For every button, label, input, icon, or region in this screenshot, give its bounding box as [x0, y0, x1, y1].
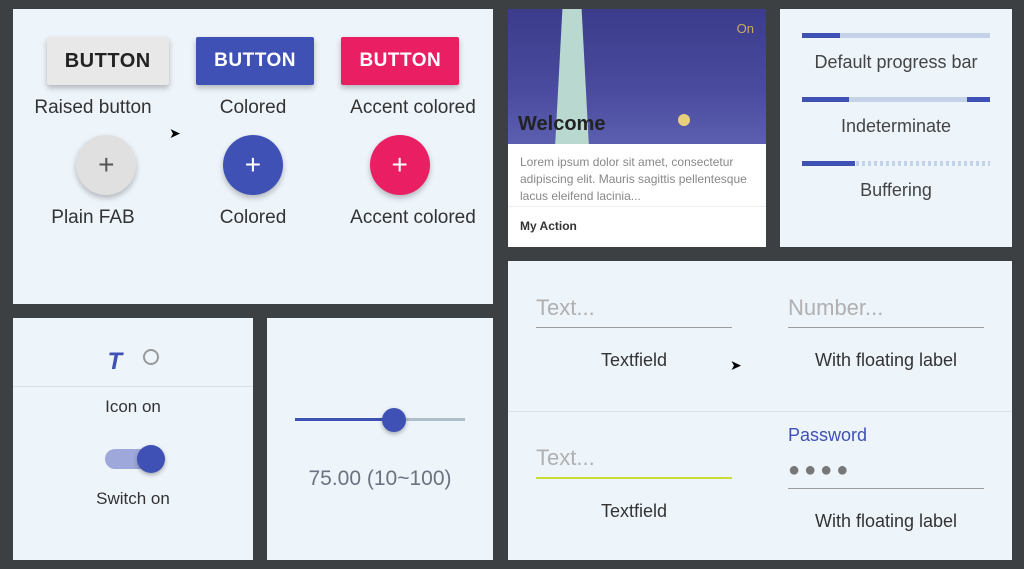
- slider-panel: 75.00 (10~100): [267, 318, 493, 560]
- fab-plain[interactable]: +: [76, 135, 136, 195]
- buffering-progress-label: Buffering: [802, 180, 990, 201]
- cursor-ring-icon: [143, 349, 159, 365]
- card-action-button[interactable]: My Action: [520, 219, 577, 233]
- format-italic-icon[interactable]: T: [107, 348, 122, 375]
- raised-button-caption: Raised button: [14, 97, 172, 119]
- text-input-1[interactable]: Text...: [536, 295, 732, 328]
- icon-toggle-caption: Icon on: [13, 397, 253, 417]
- progress-panel: Default progress bar Indeterminate Buffe…: [780, 9, 1012, 247]
- plus-icon: +: [245, 149, 261, 181]
- card-panel: On Welcome Lorem ipsum dolor sit amet, c…: [508, 9, 766, 247]
- card-title: Welcome: [518, 113, 605, 136]
- number-input[interactable]: Number...: [788, 295, 984, 328]
- slider[interactable]: [295, 418, 465, 421]
- switch-caption: Switch on: [13, 489, 253, 509]
- number-input-caption: With floating label: [788, 350, 984, 371]
- card-image: On Welcome: [508, 9, 766, 144]
- fab-colored-caption: Colored: [174, 207, 332, 229]
- accent-button[interactable]: BUTTON: [341, 37, 459, 85]
- slider-value-label: 75.00 (10~100): [295, 467, 465, 491]
- buttons-panel: BUTTON BUTTON BUTTON Raised button Color…: [13, 9, 493, 304]
- plus-icon: +: [98, 149, 114, 181]
- colored-button[interactable]: BUTTON: [196, 37, 314, 85]
- switch-knob: [137, 445, 165, 473]
- switch-toggle[interactable]: [105, 449, 161, 469]
- fab-plain-caption: Plain FAB: [14, 207, 172, 229]
- raised-button[interactable]: BUTTON: [47, 37, 169, 85]
- cursor-icon: ➤: [169, 125, 181, 142]
- password-floating-label: Password: [788, 425, 984, 446]
- buffering-progress-bar: [802, 161, 990, 166]
- indeterminate-progress-label: Indeterminate: [802, 116, 990, 137]
- toggles-panel: T Icon on Switch on: [13, 318, 253, 560]
- cursor-icon: ➤: [730, 357, 742, 374]
- fab-accent[interactable]: +: [370, 135, 430, 195]
- plus-icon: +: [391, 149, 407, 181]
- accent-button-caption: Accent colored: [334, 97, 492, 119]
- fab-accent-caption: Accent colored: [334, 207, 492, 229]
- password-input[interactable]: ●●●●: [788, 456, 984, 489]
- password-input-caption: With floating label: [788, 511, 984, 532]
- slider-thumb[interactable]: [382, 408, 406, 432]
- text-input-2-caption: Textfield: [536, 501, 732, 522]
- card-body-text: Lorem ipsum dolor sit amet, consectetur …: [508, 144, 766, 206]
- fab-colored[interactable]: +: [223, 135, 283, 195]
- text-input-2[interactable]: Text...: [536, 445, 732, 479]
- default-progress-label: Default progress bar: [802, 52, 990, 73]
- default-progress-bar: [802, 33, 990, 38]
- inputs-panel: Text... Textfield ➤ Number... With float…: [508, 261, 1012, 560]
- indeterminate-progress-bar: [802, 97, 990, 102]
- colored-button-caption: Colored: [174, 97, 332, 119]
- text-input-1-caption: Textfield: [536, 350, 732, 371]
- moon-graphic: [678, 114, 690, 126]
- card-badge: On: [737, 21, 754, 36]
